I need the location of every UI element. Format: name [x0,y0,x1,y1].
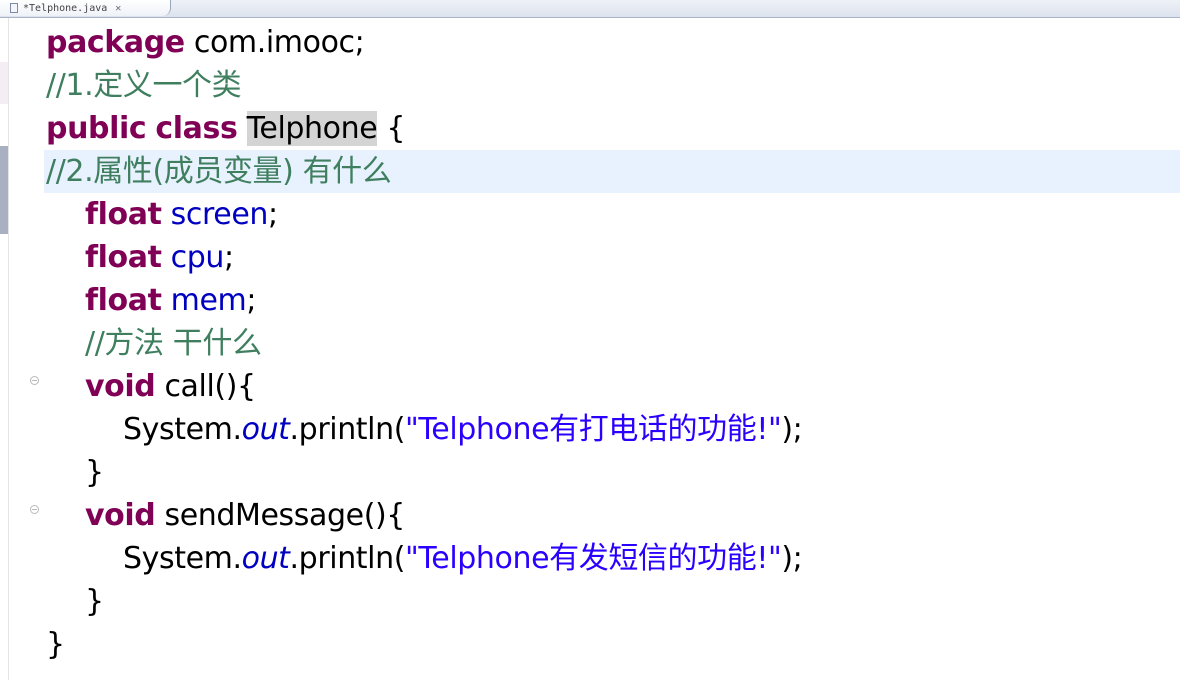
code-line: //方法 干什么 [46,322,1180,365]
comment: //方法 干什么 [85,326,262,361]
method-signature: sendMessage(){ [155,498,405,533]
method-signature: call(){ [155,369,256,404]
semicolon: ; [268,197,278,232]
code-line: package com.imooc; [46,21,1180,64]
current-line: //2.属性(成员变量) 有什么 [44,150,1180,193]
method-call: .println( [289,541,406,576]
keyword: public [46,111,147,146]
brace: } [46,627,65,662]
brace: { [377,111,406,146]
string-literal: "Telphone有发短信的功能!" [405,541,782,576]
code-line: } [46,451,1180,494]
class-name: Telphone [246,111,378,146]
class-ref: System. [123,412,242,447]
code-line: float mem; [46,279,1180,322]
code-line: } [46,623,1180,666]
keyword: float [85,283,162,318]
semicolon: ; [246,283,257,318]
semicolon: ; [224,240,234,275]
method-call: .println( [289,412,406,447]
change-marker [0,146,8,234]
keyword: float [85,197,162,232]
change-marker [0,62,8,104]
close-icon[interactable]: ✕ [115,3,121,14]
code-line: public class Telphone { [46,107,1180,150]
static-field: out [241,541,290,576]
package-name: com.imooc; [184,25,365,60]
keyword: float [85,240,162,275]
call-end: ); [781,412,803,447]
code-line: float screen; [46,193,1180,236]
tab-title: *Telphone.java [23,2,108,14]
code-line: void sendMessage(){ [46,494,1180,537]
field-name: cpu [170,240,225,275]
keyword: void [85,498,156,533]
brace: } [85,455,104,490]
field-name: screen [170,197,269,232]
string-literal: "Telphone有打电话的功能!" [405,412,782,447]
brace: } [85,584,104,619]
keyword: package [46,25,185,60]
left-ruler [0,18,9,680]
code-line: } [46,580,1180,623]
comment: //1.定义一个类 [46,68,242,103]
fold-collapse-icon[interactable]: − [30,505,39,514]
code-line: System.out.println("Telphone有发短信的功能!"); [46,537,1180,580]
editor-tab-telphone-java[interactable]: *Telphone.java ✕ [0,0,171,16]
comment: //2.属性(成员变量) 有什么 [46,154,392,189]
java-file-icon [10,3,18,13]
keyword: void [85,369,156,404]
code-line: System.out.println("Telphone有打电话的功能!"); [46,408,1180,451]
field-name: mem [170,283,247,318]
static-field: out [241,412,290,447]
editor-tab-bar: *Telphone.java ✕ [0,0,1180,18]
keyword: class [155,111,238,146]
code-line: void call(){ [46,365,1180,408]
fold-collapse-icon[interactable]: − [30,376,39,385]
call-end: ); [781,541,803,576]
code-editor[interactable]: package com.imooc; //1.定义一个类 public clas… [44,21,1180,666]
code-line: //1.定义一个类 [46,64,1180,107]
code-line: float cpu; [46,236,1180,279]
class-ref: System. [123,541,242,576]
